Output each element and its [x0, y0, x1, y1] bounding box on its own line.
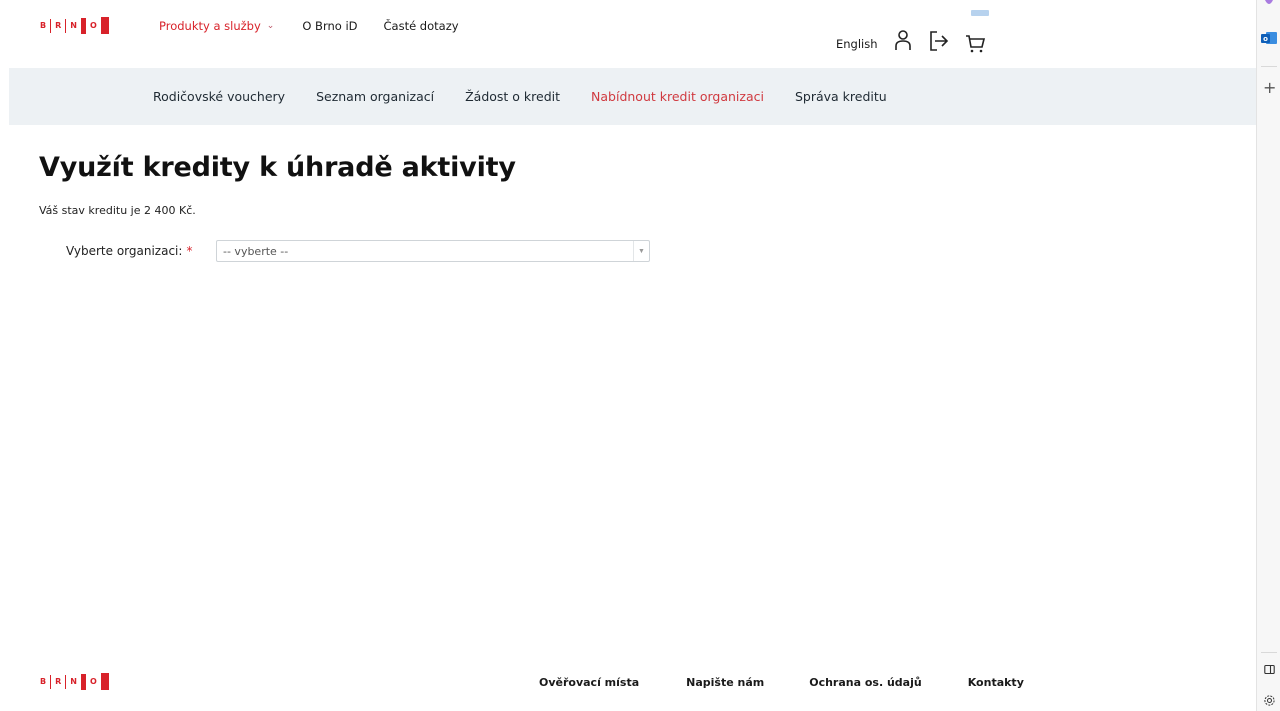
- subnav-item-organization-list[interactable]: Seznam organizací: [316, 89, 434, 104]
- logo-divider: [80, 17, 86, 34]
- top-nav: Produkty a služby ⌄ O Brno iD Časté dota…: [159, 19, 459, 33]
- logo-letter-r: R: [55, 677, 62, 686]
- logo-block: [100, 17, 109, 34]
- required-mark: *: [186, 244, 193, 258]
- nav-products-dropdown[interactable]: Produkty a služby ⌄: [159, 19, 274, 33]
- header-actions: English: [836, 28, 986, 54]
- credit-balance: Váš stav kreditu je 2 400 Kč.: [39, 204, 196, 217]
- add-icon[interactable]: +: [1263, 78, 1276, 97]
- notification-badge: [971, 10, 989, 16]
- logo-divider: [50, 18, 52, 33]
- dropdown-arrow-icon: ▼: [633, 241, 649, 261]
- footer-link-verification-points[interactable]: Ověřovací místa: [539, 676, 639, 689]
- organization-select-value: -- vyberte --: [223, 245, 289, 258]
- section-nav: Rodičovské vouchery Seznam organizací Žá…: [9, 68, 1256, 125]
- footer-link-contacts[interactable]: Kontakty: [968, 676, 1024, 689]
- chevron-down-icon: ⌄: [266, 21, 275, 31]
- logo-letter-b: B: [40, 677, 47, 686]
- gear-icon[interactable]: [1263, 694, 1276, 707]
- footer-link-contact-us[interactable]: Napište nám: [686, 676, 764, 689]
- top-header: B R N O Produkty a služby ⌄ O Brno iD Ča…: [0, 0, 1256, 68]
- user-icon[interactable]: [892, 28, 914, 54]
- sidebar-toggle-icon[interactable]: [1264, 664, 1275, 675]
- logo-block: [100, 673, 109, 690]
- logo-letter-r: R: [55, 21, 62, 30]
- logo-letter-o: O: [89, 21, 97, 30]
- browser-sidebar: o +: [1256, 0, 1280, 711]
- logo-divider: [65, 674, 67, 689]
- sidebar-divider: [1261, 66, 1277, 67]
- brno-logo[interactable]: B R N O: [40, 17, 109, 34]
- organization-label: Vyberte organizaci: *: [66, 244, 216, 258]
- subnav-item-credit-request[interactable]: Žádost o kredit: [465, 89, 560, 104]
- page: B R N O Produkty a služby ⌄ O Brno iD Ča…: [0, 0, 1256, 711]
- logo-divider: [50, 674, 52, 689]
- svg-text:o: o: [1263, 35, 1268, 43]
- logo-letter-n: N: [70, 21, 77, 30]
- sidebar-divider: [1261, 652, 1277, 653]
- logo-letter-o: O: [89, 677, 97, 686]
- page-title: Využít kredity k úhradě aktivity: [39, 152, 516, 183]
- logout-icon[interactable]: [928, 28, 950, 54]
- nav-products-label: Produkty a služby: [159, 19, 261, 33]
- organization-form-row: Vyberte organizaci: * -- vyberte -- ▼: [66, 240, 650, 262]
- subnav-item-offer-credit[interactable]: Nabídnout kredit organizaci: [591, 89, 764, 104]
- language-switch[interactable]: English: [836, 37, 878, 51]
- logo-divider: [80, 673, 86, 690]
- cart-icon[interactable]: [964, 28, 986, 54]
- subnav-item-credit-management[interactable]: Správa kreditu: [795, 89, 887, 104]
- subnav-item-parent-vouchers[interactable]: Rodičovské vouchery: [153, 89, 285, 104]
- logo-letter-n: N: [70, 677, 77, 686]
- footer-brno-logo[interactable]: B R N O: [40, 673, 109, 690]
- organization-label-text: Vyberte organizaci:: [66, 244, 183, 258]
- copilot-icon[interactable]: [1263, 0, 1275, 8]
- logo-letter-b: B: [40, 21, 47, 30]
- organization-select[interactable]: -- vyberte -- ▼: [216, 240, 650, 262]
- nav-faq[interactable]: Časté dotazy: [384, 19, 459, 33]
- outlook-icon[interactable]: o: [1261, 30, 1277, 46]
- footer-link-privacy[interactable]: Ochrana os. údajů: [809, 676, 921, 689]
- logo-divider: [65, 18, 67, 33]
- footer-links: Ověřovací místa Napište nám Ochrana os. …: [539, 676, 1024, 689]
- nav-brno-id[interactable]: O Brno iD: [302, 19, 357, 33]
